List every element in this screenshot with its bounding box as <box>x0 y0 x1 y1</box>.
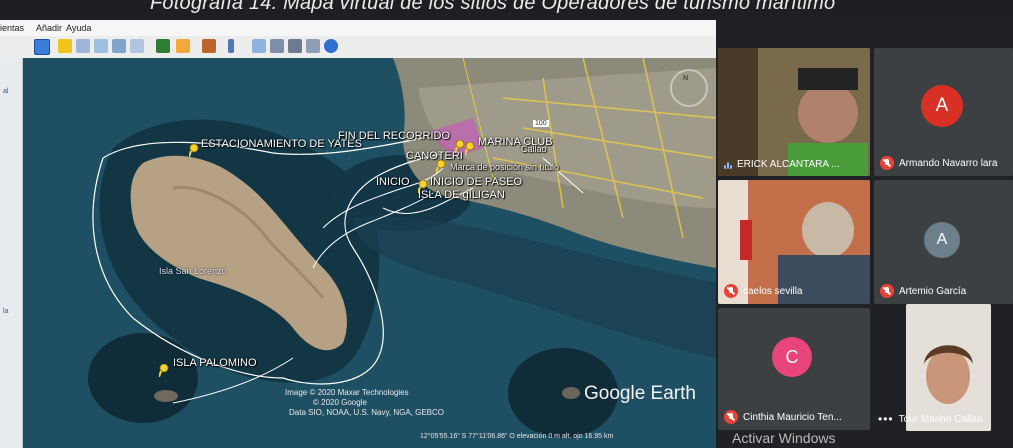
label-isla-gilligan: ISLA DE gILIGAN <box>418 189 505 201</box>
view-in-maps-icon[interactable] <box>306 39 320 53</box>
menu-item-add[interactable]: Añadir <box>36 23 62 33</box>
placemark-pin-icon[interactable] <box>189 144 200 157</box>
label-fin-recorrido: FIN DEL RECORRIDO <box>338 130 451 142</box>
participant-name: Artemio García <box>899 285 967 297</box>
historical-imagery-icon[interactable] <box>156 39 170 53</box>
mic-muted-icon <box>880 156 894 170</box>
label-marca-posicion: Marca de posición sin título <box>450 162 560 172</box>
label-inicio: INICIO <box>376 176 410 188</box>
menu-item-help[interactable]: Ayuda <box>66 23 91 33</box>
participant-nameplate: caelos sevilla <box>724 284 802 298</box>
ruler-icon[interactable] <box>228 39 234 53</box>
polygon-icon[interactable] <box>76 39 90 53</box>
participant-tile[interactable]: C Cinthia Mauricio Ten... <box>718 308 870 430</box>
participant-name: Armando Navarro lara <box>899 157 998 169</box>
overlay-icon[interactable] <box>112 39 126 53</box>
path-icon[interactable] <box>94 39 108 53</box>
mic-muted-icon <box>880 284 894 298</box>
participant-video <box>718 48 870 176</box>
earth-gallery-icon[interactable] <box>324 39 338 53</box>
menu-bar: ientas Añadir Ayuda <box>0 20 716 36</box>
road-shield-100: 100 <box>533 120 549 127</box>
placemark-pin-icon[interactable] <box>436 160 447 173</box>
meeting-participants-panel: ERICK ALCANTARA ... A Armando Navarro la… <box>716 20 1013 448</box>
avatar: C <box>772 337 812 377</box>
label-callao: Callao <box>521 144 547 154</box>
participant-tile[interactable]: ERICK ALCANTARA ... <box>718 48 870 176</box>
avatar: A <box>924 222 960 258</box>
placemark-pin-icon[interactable] <box>159 364 170 377</box>
menu-item-tools[interactable]: ientas <box>0 23 24 33</box>
windows-activation-watermark: Activar Windows <box>732 430 836 446</box>
placemark-icon[interactable] <box>58 39 72 53</box>
participant-name: ERICK ALCANTARA ... <box>737 159 840 170</box>
participant-nameplate: ERICK ALCANTARA ... <box>724 159 840 170</box>
map-view[interactable]: ESTACIONAMIENTO DE YATES FIN DEL RECORRI… <box>23 58 716 448</box>
label-isla-palomino: ISLA PALOMINO <box>173 357 257 369</box>
placemark-pin-icon[interactable] <box>418 180 429 193</box>
mic-muted-icon <box>724 410 738 424</box>
attribution-line: Image © 2020 Maxar Technologies <box>285 388 409 397</box>
participant-nameplate: Armando Navarro lara <box>880 156 997 170</box>
google-earth-window: ientas Añadir Ayuda al la ESTACIONAMIENT… <box>0 20 716 448</box>
participant-tile[interactable]: caelos sevilla <box>718 180 870 304</box>
more-options-icon[interactable]: ••• <box>878 412 894 426</box>
status-bar: 12°05'55.16" S 77°11'06.86" O elevación … <box>420 433 614 440</box>
avatar: A <box>921 85 963 127</box>
record-tour-icon[interactable] <box>130 39 144 53</box>
planets-icon[interactable] <box>202 39 216 53</box>
caption-title: Fotografía 14. Mapa virtual de los sitio… <box>150 0 836 14</box>
left-side-panel: al la <box>0 58 23 448</box>
participant-name: Tour Marino Callao <box>898 413 983 425</box>
top-caption-strip: Fotografía 14. Mapa virtual de los sitio… <box>0 0 1013 20</box>
participant-tile[interactable]: A Armando Navarro lara <box>874 48 1013 176</box>
save-image-icon[interactable] <box>288 39 302 53</box>
label-isla-san-lorenzo: Isla San Lorenzo <box>159 266 227 276</box>
participant-nameplate: Cinthia Mauricio Ten... <box>724 410 842 424</box>
placemark-pin-icon[interactable] <box>465 142 476 155</box>
toolbar <box>0 36 716 59</box>
participant-name: caelos sevilla <box>743 285 803 297</box>
participant-nameplate: Artemio García <box>880 284 966 298</box>
participant-nameplate: ••• Tour Marino Callao <box>878 412 983 426</box>
compass-north-icon[interactable]: N <box>683 75 688 82</box>
attribution-line: Data SIO, NOAA, U.S. Navy, NGA, GEBCO <box>289 408 444 417</box>
speaking-indicator-icon <box>724 161 732 169</box>
label-inicio-paseo: INICIO DE PASEO <box>430 176 523 188</box>
mic-muted-icon <box>724 284 738 298</box>
sun-icon[interactable] <box>176 39 190 53</box>
side-panel-label: al <box>3 88 9 95</box>
attribution-line: © 2020 Google <box>313 398 367 407</box>
side-panel-label: la <box>3 308 9 315</box>
google-earth-logo: Google Earth <box>584 383 696 404</box>
sidebar-toggle-button[interactable] <box>34 39 50 55</box>
print-icon[interactable] <box>270 39 284 53</box>
participant-name: Cinthia Mauricio Ten... <box>743 411 842 423</box>
participant-tile[interactable]: A Artemio García <box>874 180 1013 304</box>
email-icon[interactable] <box>252 39 266 53</box>
